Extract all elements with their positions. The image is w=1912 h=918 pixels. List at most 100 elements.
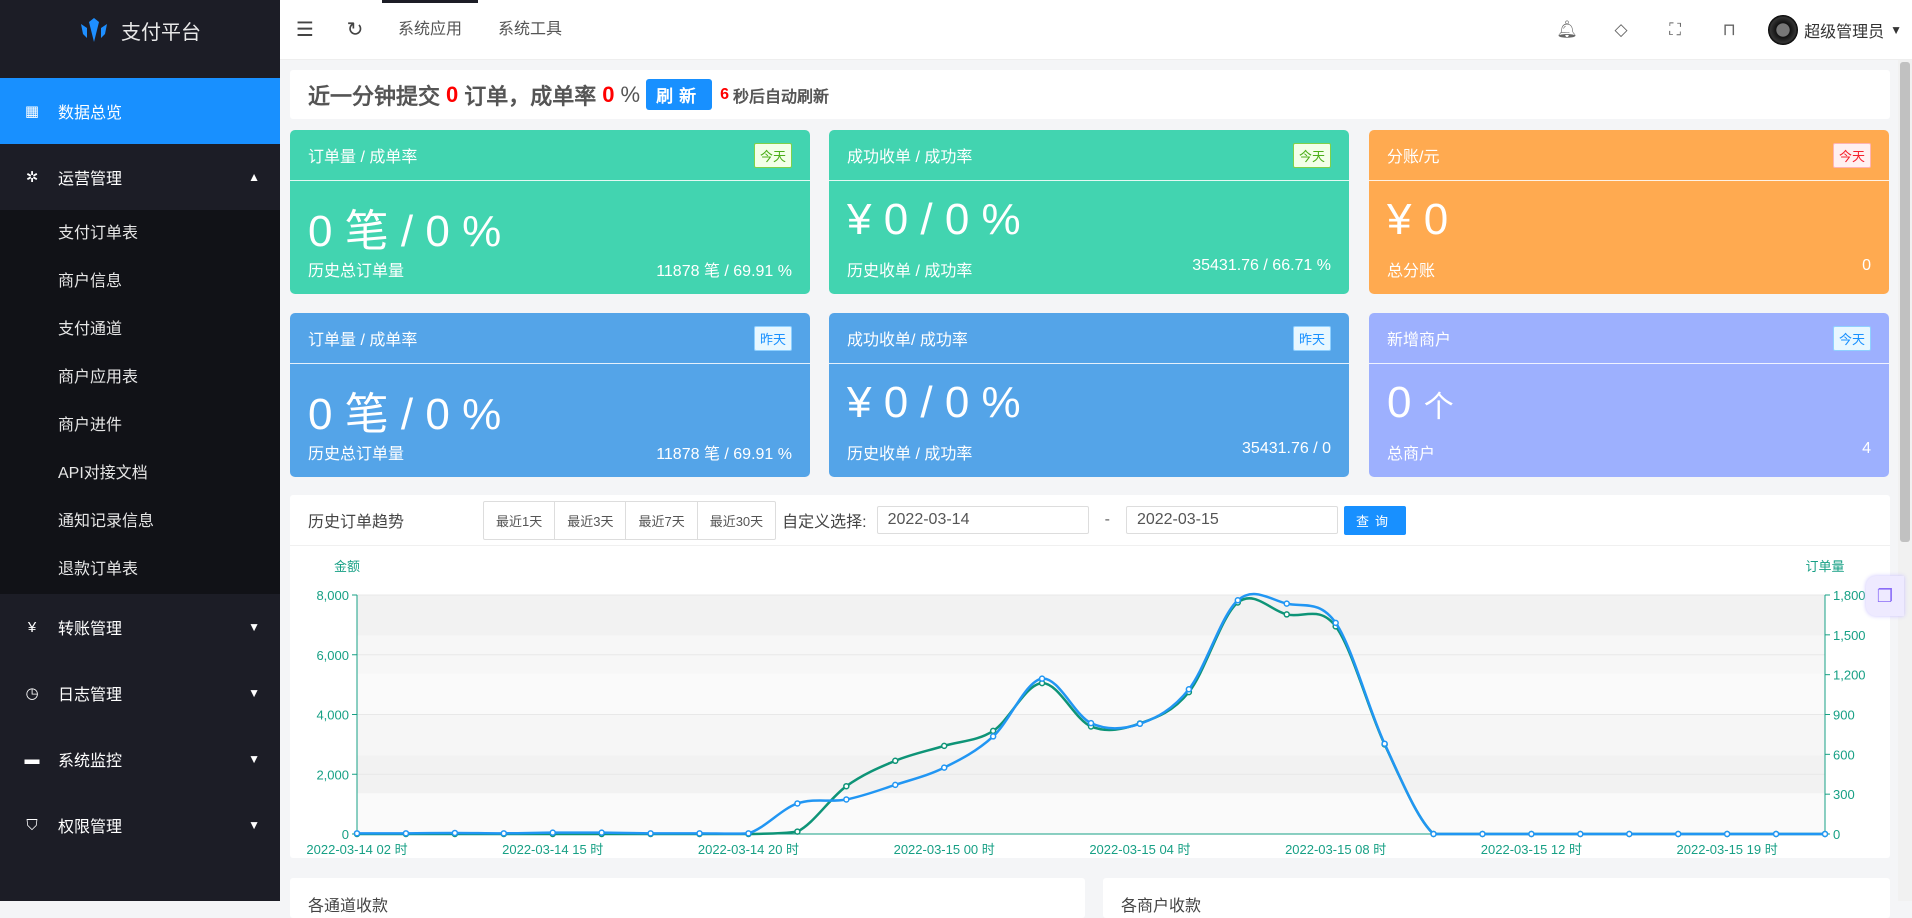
range-30-days-button[interactable]: 最近30天 [698,502,775,539]
range-1-day-button[interactable]: 最近1天 [484,501,556,539]
card-foot-label: 历史收单 / 成功率 [847,446,973,463]
right-axis-name: 订单量 [1805,559,1844,574]
logo-icon [81,18,107,42]
submenu-merchant-apps[interactable]: 商户应用表 [0,354,280,402]
floating-notes-icon[interactable]: ❐ [1866,576,1904,616]
fullscreen-icon[interactable]: ⛶ [1648,20,1702,40]
left-tick-label: 8,000 [316,588,349,603]
sidebar-item-permissions[interactable]: ⛉ 权限管理 ▼ [0,792,280,858]
notice-prefix: 近一分钟提交 [308,83,441,109]
card-main-value: 0 笔 / 0 % [308,207,502,256]
shield-icon: ⛉ [26,816,38,834]
data-point [892,757,899,765]
query-button[interactable]: 查询 [1343,505,1406,535]
period-tag: 今天 [1292,142,1331,168]
sidebar-item-label: 日志管理 [58,687,123,704]
sidebar-item-logs[interactable]: ◷ 日志管理 ▼ [0,660,280,726]
submenu-pay-channels[interactable]: 支付通道 [0,306,280,354]
card-foot-value: 0 [1862,257,1871,274]
brand-logo[interactable]: 支付平台 [0,0,280,60]
right-tick-label: 300 [1833,787,1855,802]
tab-system-tools[interactable]: 系统工具 [480,0,580,60]
yesterday-orders-card: 订单量 / 成单率 昨天 0 笔 / 0 % 历史总订单量 11878 笔 / 69… [290,313,810,477]
data-point [843,782,850,790]
range-3-days-button[interactable]: 最近3天 [555,501,627,539]
page-scrollbar[interactable] [1898,60,1912,901]
submenu-merchant-info[interactable]: 商户信息 [0,258,280,306]
caret-down-icon: ▼ [248,752,260,766]
sidebar-item-dashboard[interactable]: ▦ 数据总览 [0,78,280,144]
sidebar-item-operations[interactable]: ✲ 运营管理 ▲ [0,144,280,210]
card-foot-value: 35431.76 / 66.71 % [1192,257,1331,274]
left-tick-label: 4,000 [316,708,349,723]
data-point [1283,611,1290,618]
left-axis-name: 金额 [334,559,360,574]
submenu-notify-records[interactable]: 通知记录信息 [0,498,280,546]
card-title: 订单量 / 成单率 [308,149,418,166]
data-point [1821,830,1829,838]
custom-range-label: 自定义选择: [782,514,867,531]
settings-cog-icon: ✲ [25,169,39,186]
data-point [1332,619,1339,627]
submenu-merchant-onboarding[interactable]: 商户进件 [0,402,280,450]
dashboard-icon: ▦ [24,103,40,120]
sidebar-item-label: 权限管理 [58,819,123,836]
x-tick-label: 2022-03-15 04 时 [1089,842,1190,857]
card-foot-label: 总商户 [1387,446,1436,463]
caret-up-icon: ▲ [248,170,260,184]
refresh-button[interactable]: 刷新 [646,79,713,110]
start-date-input[interactable]: 2022-03-14 [876,506,1089,534]
tag-icon[interactable]: ◇ [1594,20,1648,40]
clock-icon: ◷ [25,685,39,702]
card-title: 订单量 / 成单率 [308,332,418,349]
today-revenue-card: 成功收单 / 成功率 今天 ¥ 0 / 0 % 历史收单 / 成功率 35431.7… [829,130,1349,294]
trend-title: 历史订单趋势 [308,514,405,531]
submenu-refund-orders[interactable]: 退款订单表 [0,546,280,594]
period-tag: 今天 [1832,325,1871,351]
percent-sign: % [620,81,641,107]
tab-system-apps[interactable]: 系统应用 [380,0,480,60]
new-merchants-card: 新增商户 今天 0 个 总商户 4 [1369,313,1889,477]
card-title: 分账/元 [1387,149,1440,166]
data-point [500,830,508,837]
card-main-value: 0 [1387,378,1412,427]
right-tick-label: 1,200 [1833,668,1866,683]
merchant-revenue-panel: 各商户收款 [1103,878,1890,918]
end-date-input[interactable]: 2022-03-15 [1125,506,1338,534]
data-point [892,781,899,789]
data-point [1577,830,1584,838]
data-point [1234,597,1242,604]
submenu-api-docs[interactable]: API对接文档 [0,450,280,498]
user-name: 超级管理员 [1804,23,1885,41]
card-main-value: ¥ 0 / 0 % [847,378,1021,427]
right-tick-label: 0 [1833,827,1840,842]
lock-icon[interactable]: ⊓ [1702,20,1756,40]
collapse-menu-icon[interactable]: ☰ [280,17,330,42]
left-tick-label: 0 [342,827,349,842]
reload-icon[interactable]: ↻ [330,17,380,42]
sidebar-item-transfer[interactable]: ¥ 转账管理 ▼ [0,594,280,660]
user-menu[interactable]: 超级管理员 ▼ [1768,14,1902,45]
right-tick-label: 1,500 [1833,628,1866,643]
sidebar-item-label: 系统监控 [58,753,123,770]
auto-refresh-label: 秒后自动刷新 [733,88,830,106]
card-main-unit: 个 [1423,391,1454,424]
period-tag: 今天 [1832,142,1871,168]
submenu-pay-orders[interactable]: 支付订单表 [0,210,280,258]
data-point [1430,830,1437,838]
sidebar-item-monitor[interactable]: ▬ 系统监控 ▼ [0,726,280,792]
period-tag: 昨天 [1292,325,1331,351]
data-point [794,800,801,807]
data-point [940,742,948,750]
bell-icon[interactable]: 🔔︎ [1540,20,1594,40]
data-point [696,830,703,837]
card-foot-value: 11878 笔 / 69.91 % [656,446,792,463]
notice-mid: 订单，成单率 [464,83,597,109]
data-point [549,829,556,836]
range-7-days-button[interactable]: 最近7天 [626,501,698,539]
yesterday-revenue-card: 成功收单/ 成功率 昨天 ¥ 0 / 0 % 历史收单 / 成功率 35431.76… [829,313,1349,477]
right-tick-label: 900 [1833,708,1855,723]
card-main-value: 0 笔 / 0 % [308,390,502,439]
data-point [1038,675,1046,682]
data-point [1381,740,1388,747]
